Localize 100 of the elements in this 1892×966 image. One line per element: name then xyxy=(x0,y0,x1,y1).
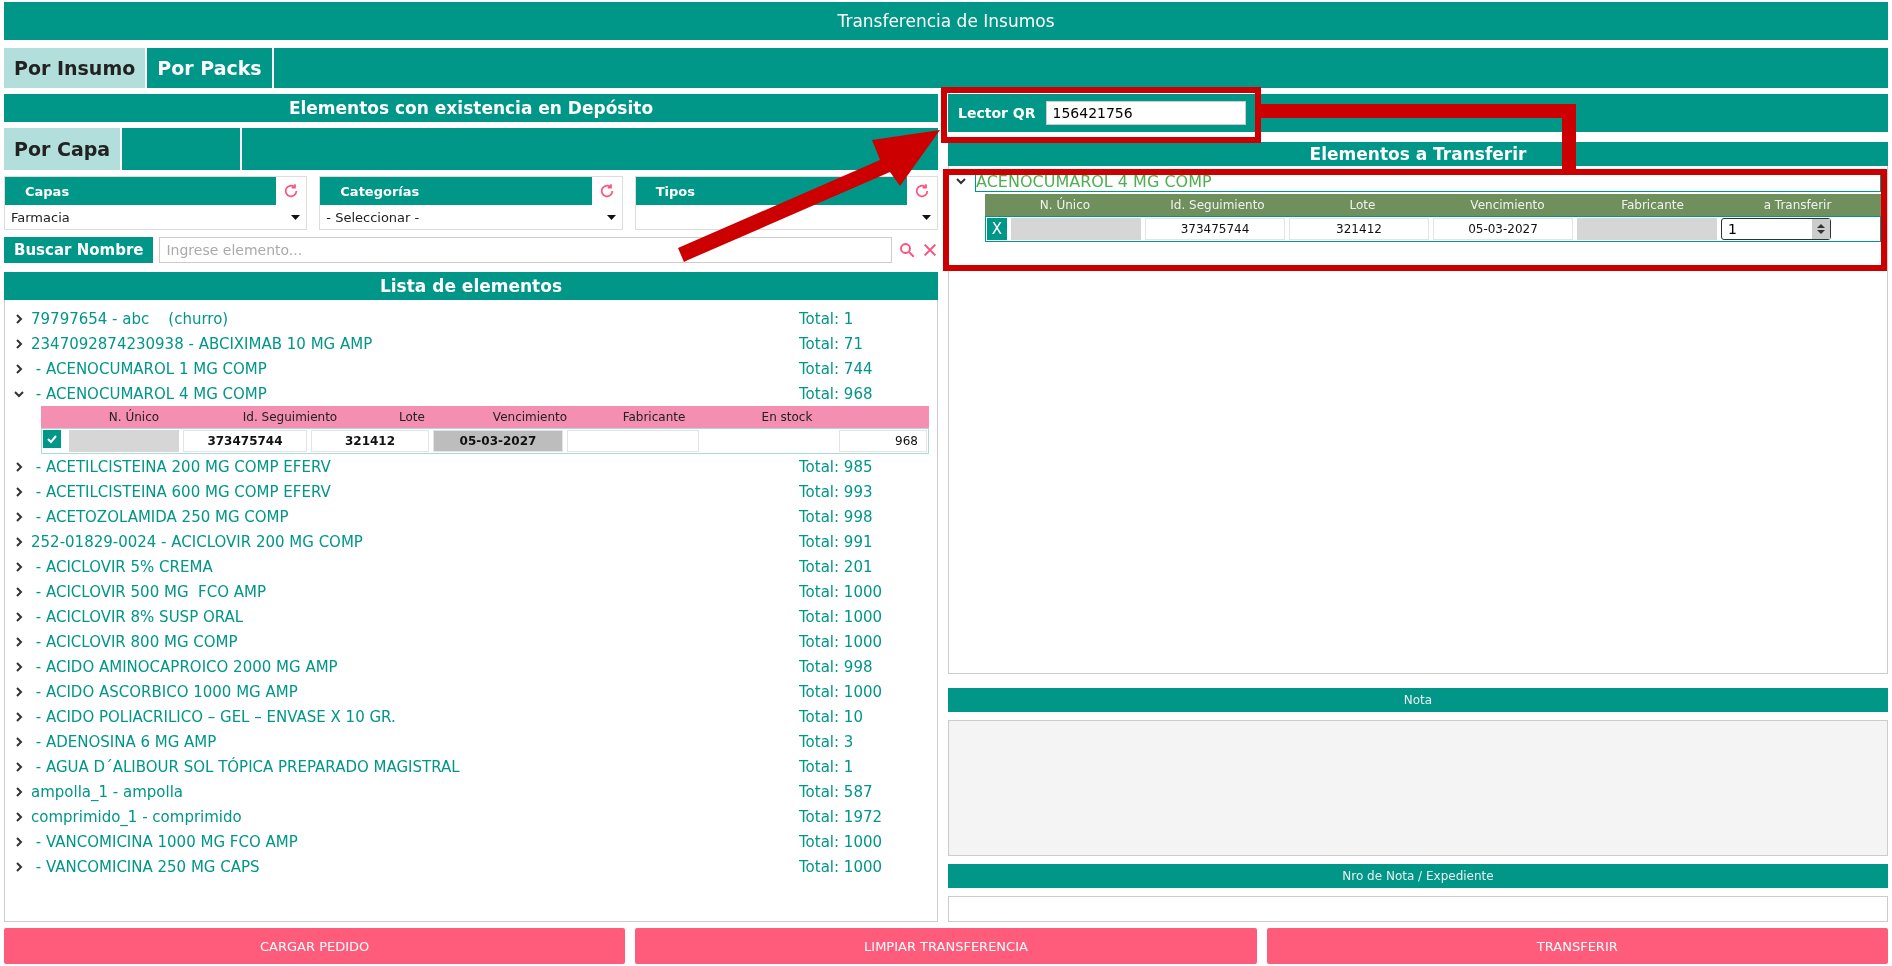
item-total: Total: 998 xyxy=(799,507,874,526)
table-cell: 373475744 xyxy=(1145,218,1285,240)
refresh-icon xyxy=(598,183,615,199)
tick-icon xyxy=(46,433,58,445)
chevron-down-icon[interactable] xyxy=(955,175,967,187)
column-header: Id. Seguimiento xyxy=(241,410,339,424)
chevron-right-icon[interactable] xyxy=(13,535,25,548)
item-name[interactable]: - ACIDO POLIACRILICO – GEL – ENVASE X 10 GR. xyxy=(31,707,799,726)
item-name[interactable]: ampolla_1 - ampolla xyxy=(31,782,799,801)
action-button[interactable]: LIMPIAR TRANSFERENCIA xyxy=(635,928,1257,964)
item-name[interactable]: comprimido_1 - comprimido xyxy=(31,807,799,826)
chevron-right-icon[interactable] xyxy=(13,610,25,623)
section-header: Elementos a Transferir xyxy=(948,142,1888,166)
chevron-right-icon[interactable] xyxy=(13,710,25,723)
item-total: Total: 1 xyxy=(799,757,855,776)
chevron-right-icon[interactable] xyxy=(13,312,25,325)
column-header: a Transferir xyxy=(1762,198,1833,212)
chevron-right-icon[interactable] xyxy=(13,460,25,473)
chevron-right-icon[interactable] xyxy=(13,362,25,375)
checkbox[interactable] xyxy=(43,430,61,448)
item-total: Total: 3 xyxy=(799,732,855,751)
table-cell: 05-03-2027 xyxy=(433,430,563,452)
table-cell: 05-03-2027 xyxy=(1433,218,1573,240)
dropdown[interactable]: Farmacia xyxy=(5,205,307,229)
item-name[interactable]: - ACICLOVIR 5% CREMA xyxy=(31,557,799,576)
item-name[interactable]: - ACIDO AMINOCAPROICO 2000 MG AMP xyxy=(31,657,799,676)
item-total: Total: 1000 xyxy=(799,857,884,876)
qr-input-field[interactable]: 156421756 xyxy=(1045,101,1246,125)
action-button[interactable]: CARGAR PEDIDO xyxy=(4,928,626,964)
item-name[interactable]: - ACICLOVIR 8% SUSP ORAL xyxy=(31,607,799,626)
column-header: N. Único xyxy=(1038,198,1092,212)
tab[interactable]: Por Insumo xyxy=(4,48,148,88)
search-field[interactable]: Ingrese elemento... xyxy=(159,237,892,263)
action-button[interactable]: TRANSFERIR xyxy=(1266,928,1888,964)
section-header: Elementos con existencia en Depósito xyxy=(4,94,938,122)
refresh-icon xyxy=(914,183,930,199)
quantity-spinner[interactable]: 1 xyxy=(1721,218,1831,240)
item-total: Total: 71 xyxy=(799,334,864,353)
chevron-right-icon[interactable] xyxy=(13,835,25,848)
chevron-right-icon[interactable] xyxy=(13,810,25,823)
column-header: N. Único xyxy=(107,410,161,424)
item-name[interactable]: 79797654 - abc (churro) xyxy=(31,309,799,328)
item-name[interactable]: - ADENOSINA 6 MG AMP xyxy=(31,732,799,751)
item-total: Total: 985 xyxy=(799,457,874,476)
chevron-right-icon[interactable] xyxy=(13,860,25,873)
item-name[interactable]: 252-01829-0024 - ACICLOVIR 200 MG COMP xyxy=(31,532,799,551)
dropdown-arrow-icon xyxy=(291,214,301,220)
dropdown[interactable]: - Seleccionar - xyxy=(320,205,622,229)
chevron-right-icon[interactable] xyxy=(13,560,25,573)
column-header: Vencimiento xyxy=(1469,198,1546,212)
note-header: Nota xyxy=(948,688,1888,712)
chevron-right-icon[interactable] xyxy=(13,785,25,798)
search-icon xyxy=(898,241,916,259)
chevron-right-icon[interactable] xyxy=(13,635,25,648)
clear-button[interactable] xyxy=(922,242,938,258)
remove-button[interactable]: X xyxy=(987,218,1007,240)
column-header: Lote xyxy=(398,410,426,424)
chevron-right-icon[interactable] xyxy=(13,685,25,698)
column-header: En stock xyxy=(760,410,814,424)
item-total: Total: 1972 xyxy=(799,807,884,826)
item-name[interactable]: - AGUA D´ALIBOUR SOL TÓPICA PREPARADO MAGISTRAL xyxy=(31,757,799,776)
filter-label: Categorías xyxy=(320,177,592,205)
item-total: Total: 587 xyxy=(799,782,874,801)
item-name[interactable]: - ACETILCISTEINA 600 MG COMP EFERV xyxy=(31,482,799,501)
chevron-right-icon[interactable] xyxy=(13,485,25,498)
table-cell: 321412 xyxy=(1289,218,1429,240)
expediente-input-field[interactable] xyxy=(948,896,1888,922)
item-total: Total: 10 xyxy=(799,707,864,726)
qr-label: Lector QR xyxy=(958,105,1036,121)
item-total: Total: 744 xyxy=(799,359,874,378)
item-name[interactable]: - ACIDO ASCORBICO 1000 MG AMP xyxy=(31,682,799,701)
item-total: Total: 993 xyxy=(799,482,874,501)
refresh-icon xyxy=(283,183,300,199)
item-name[interactable]: - ACENOCUMAROL 4 MG COMP xyxy=(31,384,799,403)
column-header: Id. Seguimiento xyxy=(1169,198,1266,212)
item-total: Total: 1000 xyxy=(799,607,884,626)
chevron-right-icon[interactable] xyxy=(13,585,25,598)
chevron-right-icon[interactable] xyxy=(13,735,25,748)
table-cell: 373475744 xyxy=(183,430,307,452)
spinner-arrows-icon[interactable] xyxy=(1817,223,1825,235)
column-header: Fabricante xyxy=(1620,198,1685,212)
item-name[interactable]: - ACICLOVIR 500 MG FCO AMP xyxy=(31,582,799,601)
item-name[interactable]: - ACETILCISTEINA 200 MG COMP EFERV xyxy=(31,457,799,476)
item-name[interactable]: - ACETOZOLAMIDA 250 MG COMP xyxy=(31,507,799,526)
item-name[interactable]: - VANCOMICINA 1000 MG FCO AMP xyxy=(31,832,799,851)
chevron-right-icon[interactable] xyxy=(13,660,25,673)
item-total: Total: 1000 xyxy=(799,832,884,851)
chevron-right-icon[interactable] xyxy=(13,510,25,523)
item-name[interactable]: 2347092874230938 - ABCIXIMAB 10 MG AMP xyxy=(31,334,799,353)
column-header: Vencimiento xyxy=(491,410,569,424)
item-name[interactable]: - VANCOMICINA 250 MG CAPS xyxy=(31,857,799,876)
table-cell: 968 xyxy=(839,430,927,452)
tab[interactable]: Por Capa xyxy=(4,128,123,170)
chevron-right-icon[interactable] xyxy=(13,337,25,350)
item-name[interactable]: - ACICLOVIR 800 MG COMP xyxy=(31,632,799,651)
expediente-header: Nro de Nota / Expediente xyxy=(948,864,1888,888)
search-label: Buscar Nombre xyxy=(4,237,154,263)
item-name[interactable]: - ACENOCUMAROL 1 MG COMP xyxy=(31,359,799,378)
chevron-right-icon[interactable] xyxy=(13,760,25,773)
window-title: Transferencia de Insumos xyxy=(4,2,1888,40)
